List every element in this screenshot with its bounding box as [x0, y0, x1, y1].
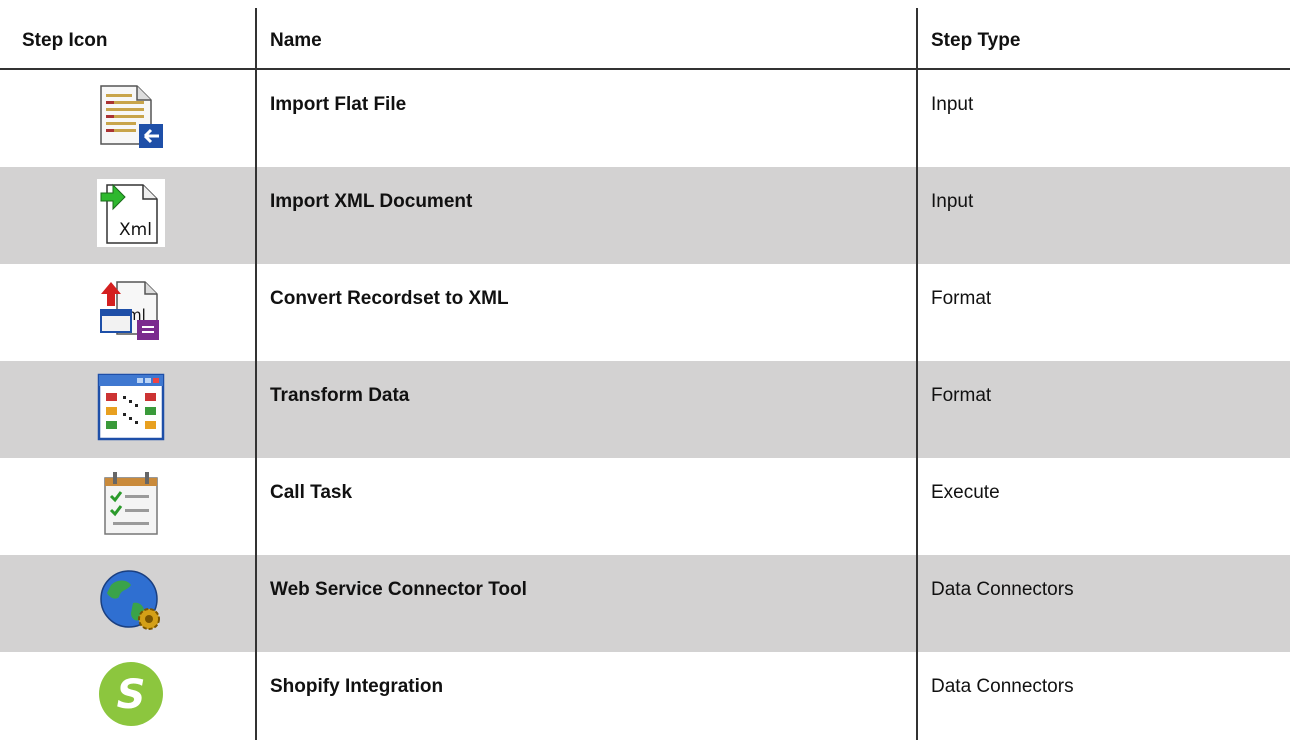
table-row: Xml Import XML Document Input: [0, 167, 1290, 264]
svg-text:S: S: [117, 672, 146, 718]
step-name: Import Flat File: [270, 94, 407, 115]
recordset-to-xml-icon: ml: [100, 281, 159, 340]
table-row: Web Service Connector Tool Data Connecto…: [0, 555, 1290, 652]
step-type: Execute: [931, 482, 1000, 503]
step-name: Call Task: [270, 482, 353, 503]
step-type: Input: [931, 191, 974, 212]
header-name: Name: [270, 30, 322, 51]
table-row: Call Task Execute: [0, 458, 1290, 555]
flat-file-import-icon: [100, 85, 163, 148]
step-name: Web Service Connector Tool: [270, 579, 527, 600]
step-name: Convert Recordset to XML: [270, 288, 509, 309]
svg-text:Xml: Xml: [119, 220, 152, 240]
header-step-type: Step Type: [931, 30, 1021, 51]
step-type: Format: [931, 385, 992, 406]
table-row: Import Flat File Input: [0, 70, 1290, 167]
step-type: Input: [931, 94, 974, 115]
step-name: Import XML Document: [270, 191, 473, 212]
column-divider-left: [255, 8, 257, 740]
header-step-icon: Step Icon: [22, 30, 108, 51]
step-name: Transform Data: [270, 385, 410, 406]
table-header: Step Icon Name Step Type: [0, 0, 1290, 69]
step-name: Shopify Integration: [270, 676, 444, 697]
shopify-icon: S: [99, 662, 163, 726]
table-row: Transform Data Format: [0, 361, 1290, 458]
transform-data-icon: [97, 373, 165, 441]
xml-document-import-icon: Xml: [97, 179, 165, 247]
table-row: ml Convert Recordset to XML Format: [0, 264, 1290, 361]
table-row: S Shopify Integration Data Connectors: [0, 652, 1290, 749]
step-type: Data Connectors: [931, 676, 1074, 697]
column-divider-right: [916, 8, 918, 740]
step-type: Format: [931, 288, 992, 309]
step-type: Data Connectors: [931, 579, 1074, 600]
globe-gear-icon: [100, 570, 160, 630]
call-task-icon: [104, 472, 158, 535]
